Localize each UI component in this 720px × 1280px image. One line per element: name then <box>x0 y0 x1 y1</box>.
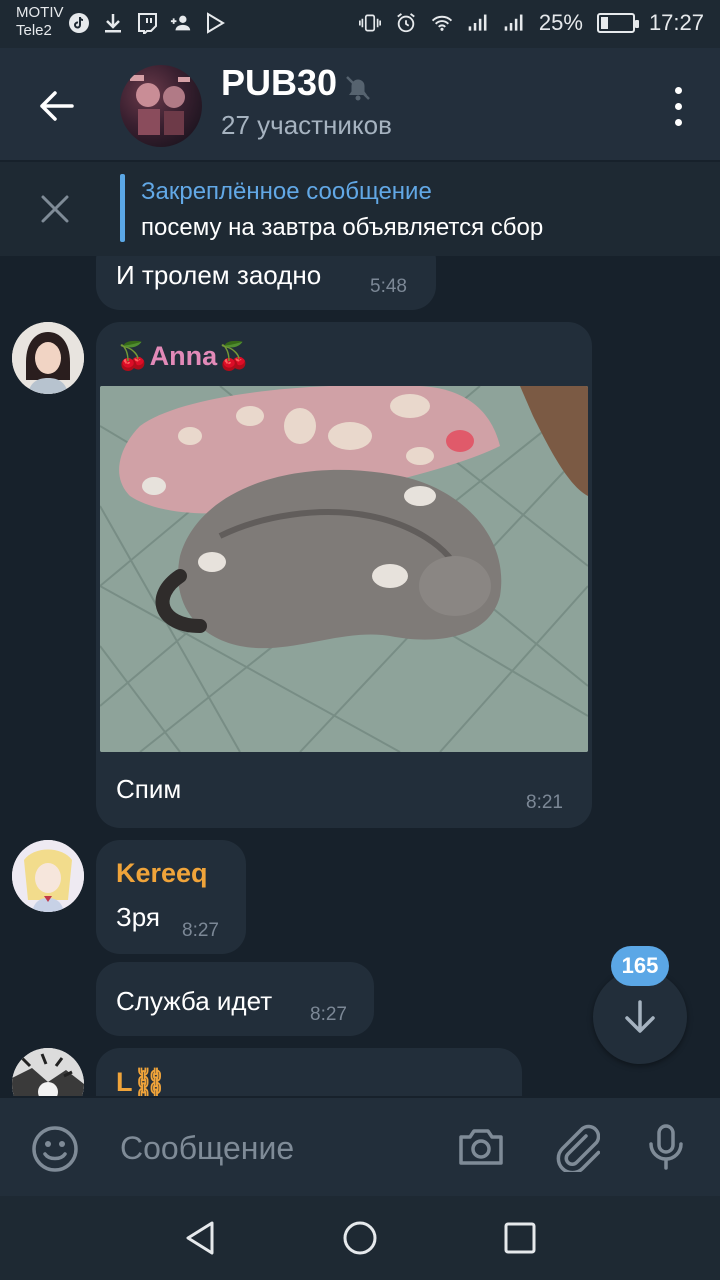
unread-count-badge[interactable]: 165 <box>611 946 669 986</box>
attach-button[interactable] <box>554 1122 601 1177</box>
member-count: 27 участников <box>221 110 392 140</box>
carrier-info: MOTIV Tele2 <box>16 4 64 40</box>
message-bubble[interactable]: L⛓ <box>96 1048 522 1096</box>
arrow-left-icon <box>40 91 74 121</box>
nav-recents-button[interactable] <box>500 1218 540 1258</box>
pinned-title: Закреплённое сообщение <box>141 178 432 205</box>
arrow-down-icon <box>625 1000 655 1033</box>
notification-icons <box>68 12 226 34</box>
nav-back-button[interactable] <box>180 1218 220 1258</box>
add-contact-icon <box>170 12 192 34</box>
avatar[interactable] <box>12 1048 84 1096</box>
message-bubble[interactable]: 🍒Anna🍒 Спим 8:21 <box>96 322 592 828</box>
alarm-icon <box>395 12 417 34</box>
message-time: 8:27 <box>310 1004 347 1025</box>
avatar[interactable] <box>12 322 84 394</box>
message-composer <box>0 1098 720 1196</box>
twitch-icon <box>136 12 158 34</box>
message-text: Спим <box>116 774 182 804</box>
wifi-icon <box>431 12 453 34</box>
clock: 17:27 <box>648 10 704 35</box>
signal-icon <box>503 12 525 34</box>
group-avatar[interactable] <box>120 65 202 147</box>
battery-icon <box>596 13 639 33</box>
close-pinned-button[interactable] <box>32 186 78 232</box>
system-navigation-bar <box>0 1196 720 1280</box>
download-icon <box>102 12 124 34</box>
tiktok-icon <box>68 12 90 34</box>
message-input[interactable] <box>120 1126 420 1170</box>
message-text: Зря <box>116 902 160 932</box>
emoji-button[interactable] <box>30 1124 80 1179</box>
chat-title[interactable]: PUB30 <box>221 62 337 104</box>
sender-name[interactable]: L⛓ <box>116 1066 167 1096</box>
battery-percent: 25% <box>538 10 583 35</box>
more-menu-button[interactable] <box>666 82 690 130</box>
camera-button[interactable] <box>456 1122 506 1177</box>
pinned-message[interactable]: Закреплённое сообщение посему на завтра … <box>0 162 720 256</box>
sender-name[interactable]: 🍒Anna🍒 <box>116 340 251 372</box>
muted-icon <box>346 76 370 101</box>
dot <box>674 102 682 110</box>
status-bar: MOTIV Tele2 25% 17:27 <box>0 0 720 48</box>
sender-name[interactable]: Kereeq <box>116 858 208 889</box>
system-status: 25% 17:27 <box>358 10 704 36</box>
paperclip-icon <box>556 1124 601 1175</box>
smile-icon <box>32 1126 78 1172</box>
pinned-text: посему на завтра объявляется сбор <box>141 214 544 241</box>
message-time: 8:27 <box>182 920 219 941</box>
back-button[interactable] <box>28 78 84 134</box>
play-store-icon <box>204 12 226 34</box>
message-bubble[interactable]: Kereeq Зря 8:27 <box>96 840 246 954</box>
triangle-back-icon <box>186 1221 214 1255</box>
battery-level <box>600 17 609 29</box>
camera-icon <box>459 1129 503 1165</box>
chat-header: PUB30 27 участников <box>0 48 720 160</box>
message-bubble[interactable]: Служба идет 8:27 <box>96 962 374 1036</box>
microphone-icon <box>649 1124 683 1170</box>
carrier-name-1: MOTIV <box>16 4 64 21</box>
dot <box>674 86 682 94</box>
vibrate-icon <box>358 12 381 34</box>
nav-home-button[interactable] <box>340 1218 380 1258</box>
cat-photo <box>100 386 588 752</box>
voice-message-button[interactable] <box>646 1122 686 1177</box>
dot <box>674 118 682 126</box>
message-text: Служба идет <box>116 986 273 1016</box>
signal-icon <box>467 12 489 34</box>
message-time: 5:48 <box>370 276 407 297</box>
message-bubble[interactable]: И тролем заодно 5:48 <box>96 256 436 310</box>
message-time: 8:21 <box>526 792 563 813</box>
photo-attachment[interactable] <box>100 386 588 752</box>
pinned-accent-bar <box>120 174 125 242</box>
carrier-name-2: Tele2 <box>16 22 52 39</box>
circle-home-icon <box>343 1221 377 1255</box>
square-recents-icon <box>504 1222 536 1254</box>
avatar[interactable] <box>12 840 84 912</box>
message-text: И тролем заодно <box>116 260 322 290</box>
close-icon <box>41 195 69 223</box>
